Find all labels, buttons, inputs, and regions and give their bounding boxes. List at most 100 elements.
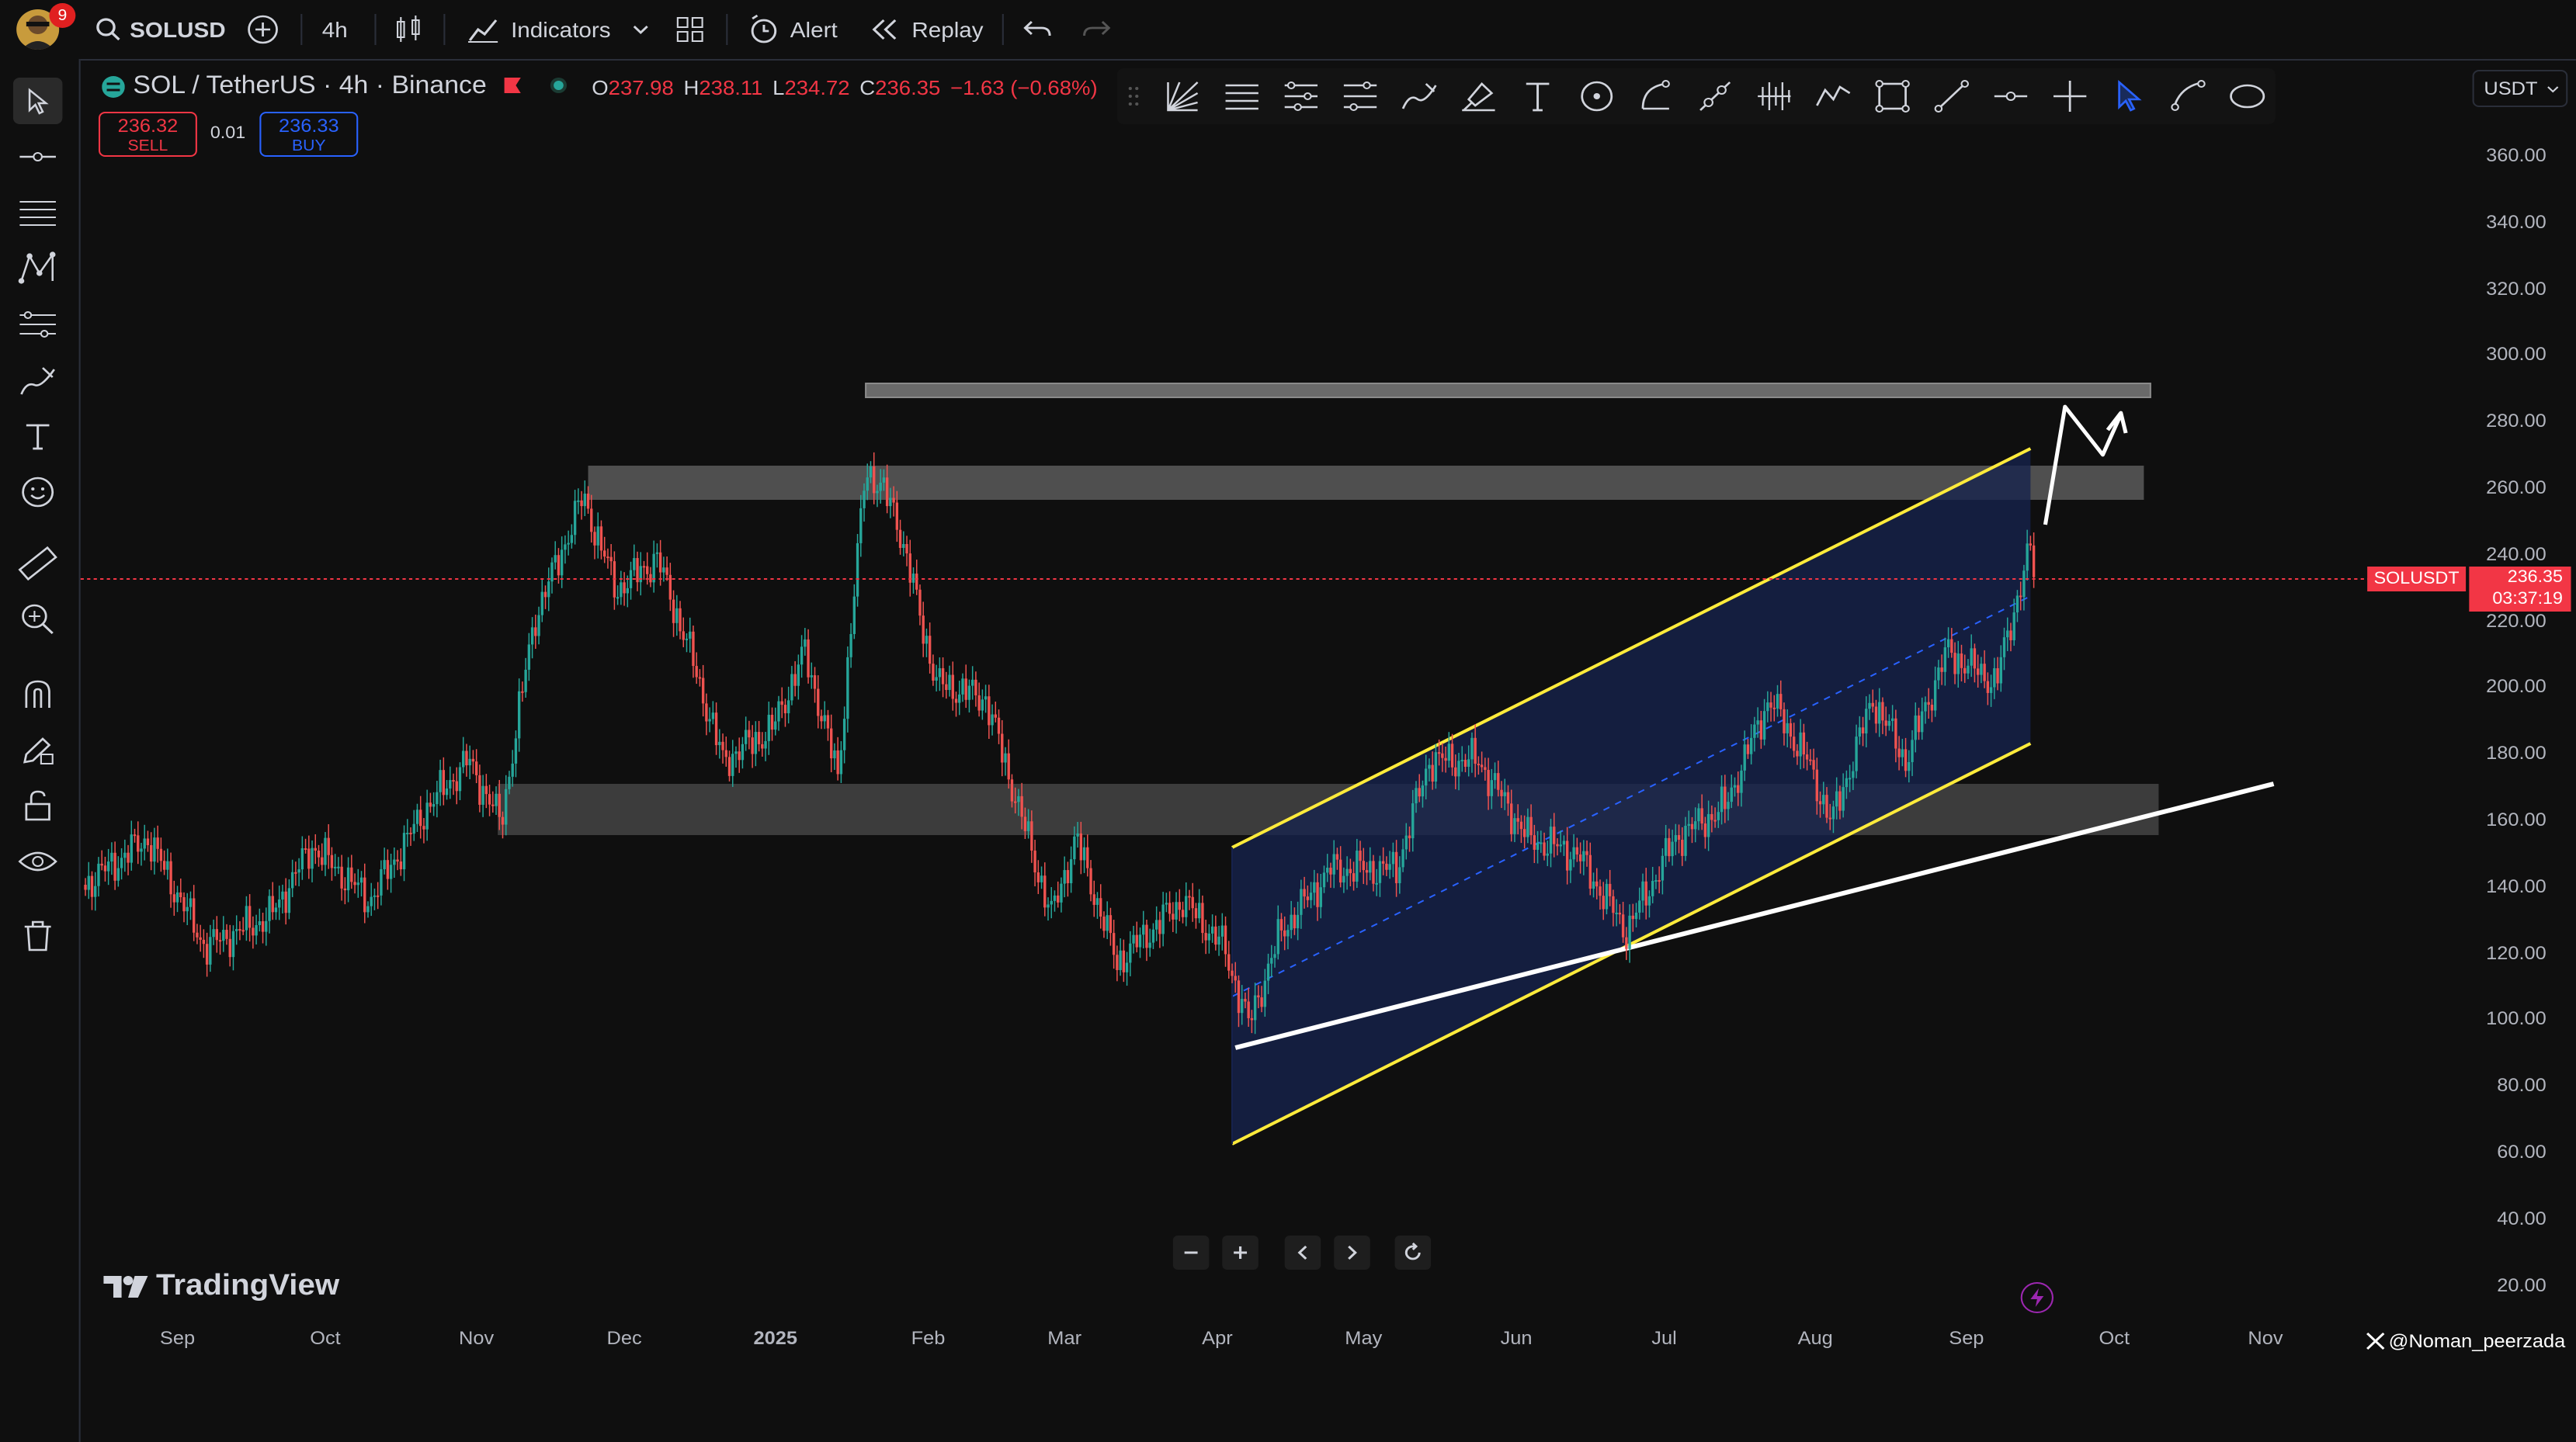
candle-body [159,848,163,861]
reset-chart-button[interactable] [1394,1236,1432,1270]
candle-body [540,591,543,615]
fib-channel-icon[interactable] [1341,78,1380,115]
text-tool[interactable] [13,413,62,459]
interval-button[interactable]: 4h [322,0,348,59]
curve-icon[interactable] [2168,78,2208,115]
cycle-lines-icon[interactable] [1755,78,1794,115]
candle-body [1073,836,1076,860]
candle-body [2006,630,2009,638]
circle-target-icon[interactable] [1577,78,1616,115]
candle-body [679,608,682,632]
price-axis[interactable]: 360.00 340.00 320.00 300.00 280.00 260.00 240.… [2466,61,2576,1380]
remove-drawings[interactable] [13,913,62,959]
zoom-in-button[interactable] [1222,1236,1258,1270]
brush-icon[interactable] [1400,78,1439,115]
candle-body [1338,859,1342,883]
trend-line-tool[interactable] [13,133,62,180]
zoom-tool[interactable] [13,596,62,643]
candle-body [1013,801,1017,803]
tradingview-logo[interactable]: TradingView [103,1270,339,1304]
indicators-dropdown[interactable] [631,0,651,59]
candle-body [133,834,137,837]
brush-tool[interactable] [13,357,62,404]
lock-drawings[interactable] [13,782,62,829]
candle-body [1470,737,1474,760]
currency-select[interactable]: USDT [2472,70,2568,107]
fib-extension-icon[interactable] [1281,78,1321,115]
undo-button[interactable] [1023,0,1053,59]
candle-body [1394,851,1398,883]
zoom-out-button[interactable] [1172,1236,1210,1270]
candle-body [2009,630,2012,640]
forecast-tool[interactable] [13,301,62,348]
horizontal-line-icon[interactable] [1991,78,2031,115]
arc-icon[interactable] [1637,78,1676,115]
candle-body [1474,737,1477,764]
candle-body [889,497,892,507]
resistance-zone[interactable] [588,466,2144,500]
cursor-arrow-icon[interactable] [2109,78,2149,115]
fib-retracement-icon[interactable] [1222,78,1262,115]
symbol-search-button[interactable]: SOLUSD [95,0,226,59]
cursor-tool[interactable] [12,78,63,124]
rectangle-icon[interactable] [1873,78,1912,115]
candle-body [1431,764,1434,782]
candle-body [718,741,721,746]
candle-body [1874,706,1878,724]
candle-body [1618,913,1622,915]
stay-in-drawing-mode[interactable] [13,726,62,773]
candle-body [337,866,340,868]
sell-button[interactable]: 236.32 SELL [98,112,197,157]
candle-body [1776,694,1779,709]
candle-body [162,861,166,870]
ray-icon[interactable] [1696,78,1735,115]
trend-line-icon[interactable] [1932,78,1971,115]
fib-tool[interactable] [13,189,62,236]
candle-body [1756,720,1759,725]
candle-body [1980,664,1983,675]
fib-fan-icon[interactable] [1163,78,1203,115]
hide-drawings[interactable] [13,838,62,885]
chart-type-button[interactable] [394,0,424,59]
indicators-button[interactable]: Indicators [467,0,611,59]
measure-tool[interactable] [13,540,62,587]
price-chart[interactable] [80,61,2467,1380]
flag-icon[interactable] [503,75,522,99]
redo-button[interactable] [1081,0,1111,59]
candle-body [1135,934,1138,948]
candle-body [1848,778,1852,780]
scroll-left-button[interactable] [1284,1236,1321,1270]
candle-body [547,581,550,598]
highlighter-icon[interactable] [1459,78,1498,115]
candle-body [1976,668,1980,675]
magnet-tool[interactable] [13,671,62,717]
time-tick: Mar [1047,1327,1082,1349]
emoji-tool[interactable] [13,469,62,515]
candle-body [94,886,97,897]
minus-icon [1184,1251,1198,1254]
candle-body [340,866,343,889]
buy-button[interactable]: 236.33 BUY [259,112,359,157]
path-icon[interactable] [1814,78,1853,115]
candle-body [596,526,599,546]
replay-button[interactable]: Replay [870,0,984,59]
layout-button[interactable] [675,0,705,59]
ellipse-icon[interactable] [2227,78,2267,115]
cross-line-icon[interactable] [2050,78,2090,115]
legend-title[interactable]: SOL / TetherUS · 4h · Binance [133,73,486,101]
lightning-button[interactable] [2020,1282,2054,1313]
candle-body [1700,808,1703,824]
pattern-tool[interactable] [13,245,62,292]
market-status-icon[interactable] [549,75,568,99]
candle-body [1835,791,1838,807]
text-icon[interactable] [1518,78,1557,115]
candle-body [1033,850,1036,873]
alert-button[interactable]: Alert [748,0,838,59]
resistance-zone-top[interactable] [865,383,2151,398]
compare-symbol-button[interactable] [246,0,279,59]
watermark: @Noman_peerzada [2366,1330,2565,1352]
scroll-right-button[interactable] [1334,1236,1370,1270]
drag-handle-icon[interactable] [1127,85,1140,107]
candle-body [1565,841,1569,871]
chevron-down-icon [633,26,648,34]
